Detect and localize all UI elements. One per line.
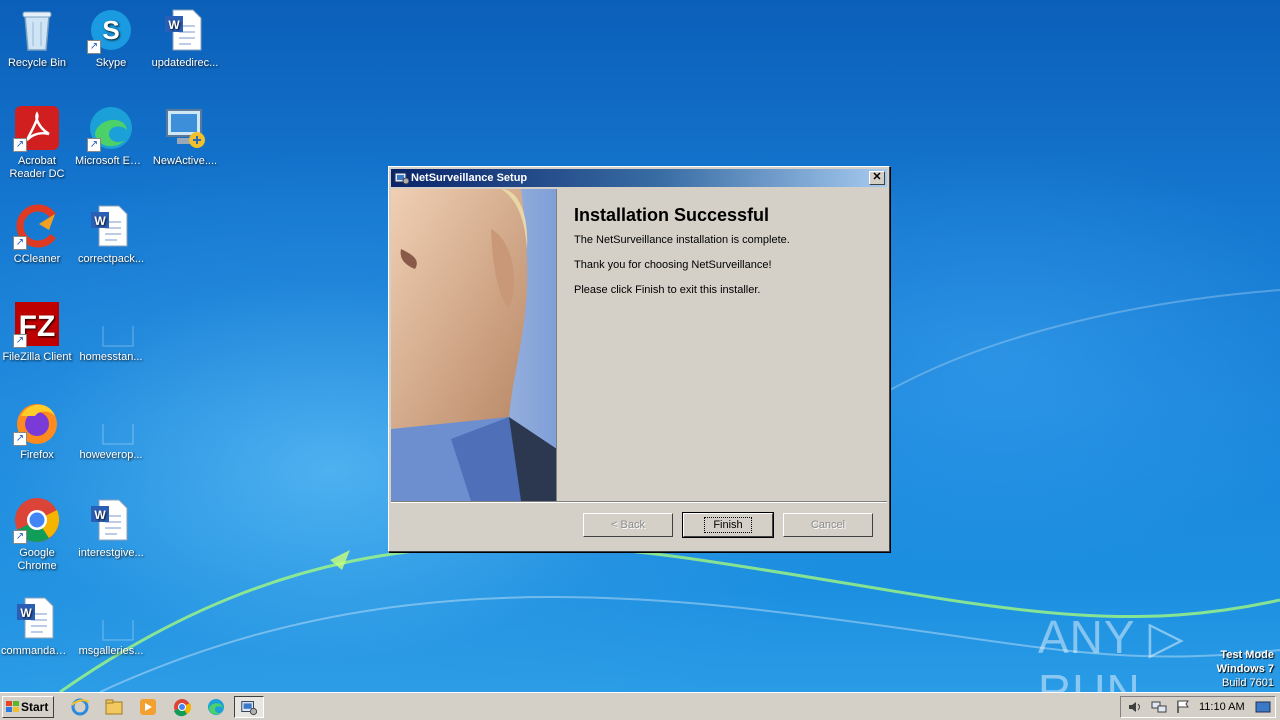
ccleaner-icon: ↗	[13, 202, 61, 250]
start-button[interactable]: Start	[2, 696, 54, 718]
taskbar-explorer-button[interactable]	[104, 697, 124, 717]
desktop-icon-updatedirec[interactable]: W updatedirec...	[148, 6, 222, 70]
desktop-icon-homesstan[interactable]: homesstan...	[74, 300, 148, 364]
dialog-title: NetSurveillance Setup	[411, 172, 528, 184]
edge-icon: ↗	[87, 104, 135, 152]
thank-you-message: Thank you for choosing NetSurveillance!	[574, 259, 772, 271]
desktop-icon-acrobat[interactable]: ↗ Acrobat Reader DC	[0, 104, 74, 181]
shortcut-arrow-icon: ↗	[87, 138, 101, 152]
system-tray: 11:10 AM	[1120, 696, 1276, 718]
installer-side-image	[391, 189, 557, 501]
action-center-flag-icon[interactable]	[1175, 700, 1191, 714]
desktop-icon-commandam[interactable]: W commandam...	[0, 594, 74, 658]
word-document-icon: W	[13, 594, 61, 642]
shortcut-arrow-icon: ↗	[13, 432, 27, 446]
finish-button[interactable]: Finish	[682, 512, 774, 538]
shortcut-arrow-icon: ↗	[13, 138, 27, 152]
finish-instruction: Please click Finish to exit this install…	[574, 284, 761, 296]
dialog-heading: Installation Successful	[574, 205, 770, 225]
svg-text:W: W	[20, 606, 32, 620]
taskbar-setup-button[interactable]	[234, 696, 264, 718]
shortcut-arrow-icon: ↗	[13, 334, 27, 348]
taskbar-edge-button[interactable]	[206, 697, 226, 717]
media-player-icon	[140, 699, 156, 715]
svg-text:W: W	[94, 508, 106, 522]
desktop-icon-correctpack[interactable]: W correctpack...	[74, 202, 148, 266]
desktop-icon-ccleaner[interactable]: ↗ CCleaner	[0, 202, 74, 266]
svg-text:S: S	[102, 15, 119, 45]
desktop-icon-filezilla[interactable]: FZ ↗ FileZilla Client	[0, 300, 74, 364]
filezilla-icon: FZ ↗	[13, 300, 61, 348]
completion-message: The NetSurveillance installation is comp…	[574, 234, 790, 246]
taskbar-ie-button[interactable]	[70, 697, 90, 717]
speaker-icon[interactable]	[1127, 700, 1143, 714]
desktop-icon-edge[interactable]: ↗ Microsoft Edge	[74, 104, 148, 168]
svg-text:W: W	[168, 18, 180, 32]
shortcut-arrow-icon: ↗	[87, 40, 101, 54]
taskbar-chrome-button[interactable]	[172, 697, 192, 717]
blank-file-icon	[87, 398, 135, 446]
shortcut-arrow-icon: ↗	[13, 530, 27, 544]
dialog-content: Installation Successful The NetSurveilla…	[574, 205, 874, 309]
desktop-icon-skype[interactable]: S ↗ Skype	[74, 6, 148, 70]
edge-icon	[208, 699, 224, 715]
os-build-info: Test Mode Windows 7 Build 7601	[1216, 649, 1274, 689]
cancel-button[interactable]: Cancel	[783, 513, 873, 537]
chrome-icon: ↗	[13, 496, 61, 544]
computer-icon	[161, 104, 209, 152]
taskbar-clock[interactable]: 11:10 AM	[1199, 697, 1245, 717]
desktop-icon-firefox[interactable]: ↗ Firefox	[0, 398, 74, 462]
close-icon: ✕	[872, 171, 882, 183]
close-button[interactable]: ✕	[869, 171, 885, 185]
setup-app-icon	[394, 172, 409, 185]
desktop-icon-interestgive[interactable]: W interestgive...	[74, 496, 148, 560]
taskbar-media-player-button[interactable]	[138, 697, 158, 717]
desktop-icon-recycle-bin[interactable]: Recycle Bin	[0, 6, 74, 70]
shortcut-arrow-icon: ↗	[13, 236, 27, 250]
folder-icon	[105, 699, 123, 715]
desktop-icon-chrome[interactable]: ↗ Google Chrome	[0, 496, 74, 573]
word-document-icon: W	[87, 202, 135, 250]
blank-file-icon	[87, 300, 135, 348]
firefox-icon: ↗	[13, 398, 61, 446]
network-icon[interactable]	[1151, 700, 1167, 714]
back-button[interactable]: < Back	[583, 513, 673, 537]
internet-explorer-icon	[71, 698, 89, 716]
blank-file-icon	[87, 594, 135, 642]
button-separator	[391, 501, 887, 503]
desktop-icon-newactive[interactable]: NewActive....	[148, 104, 222, 168]
windows-flag-icon	[6, 701, 19, 712]
setup-app-icon	[241, 701, 258, 716]
acrobat-icon: ↗	[13, 104, 61, 152]
word-document-icon: W	[87, 496, 135, 544]
svg-text:W: W	[94, 214, 106, 228]
desktop-icon-msgalleries[interactable]: msgalleries...	[74, 594, 148, 658]
chrome-icon	[174, 699, 192, 717]
setup-dialog: NetSurveillance Setup ✕ Installation Suc…	[388, 166, 890, 552]
taskbar: Start 11:10 AM	[0, 692, 1280, 720]
skype-icon: S ↗	[87, 6, 135, 54]
recycle-bin-icon	[13, 6, 61, 54]
desktop-icon-howeverop[interactable]: howeverop...	[74, 398, 148, 462]
dialog-titlebar[interactable]: NetSurveillance Setup ✕	[391, 169, 887, 187]
show-desktop-icon[interactable]	[1255, 700, 1271, 714]
word-document-icon: W	[161, 6, 209, 54]
